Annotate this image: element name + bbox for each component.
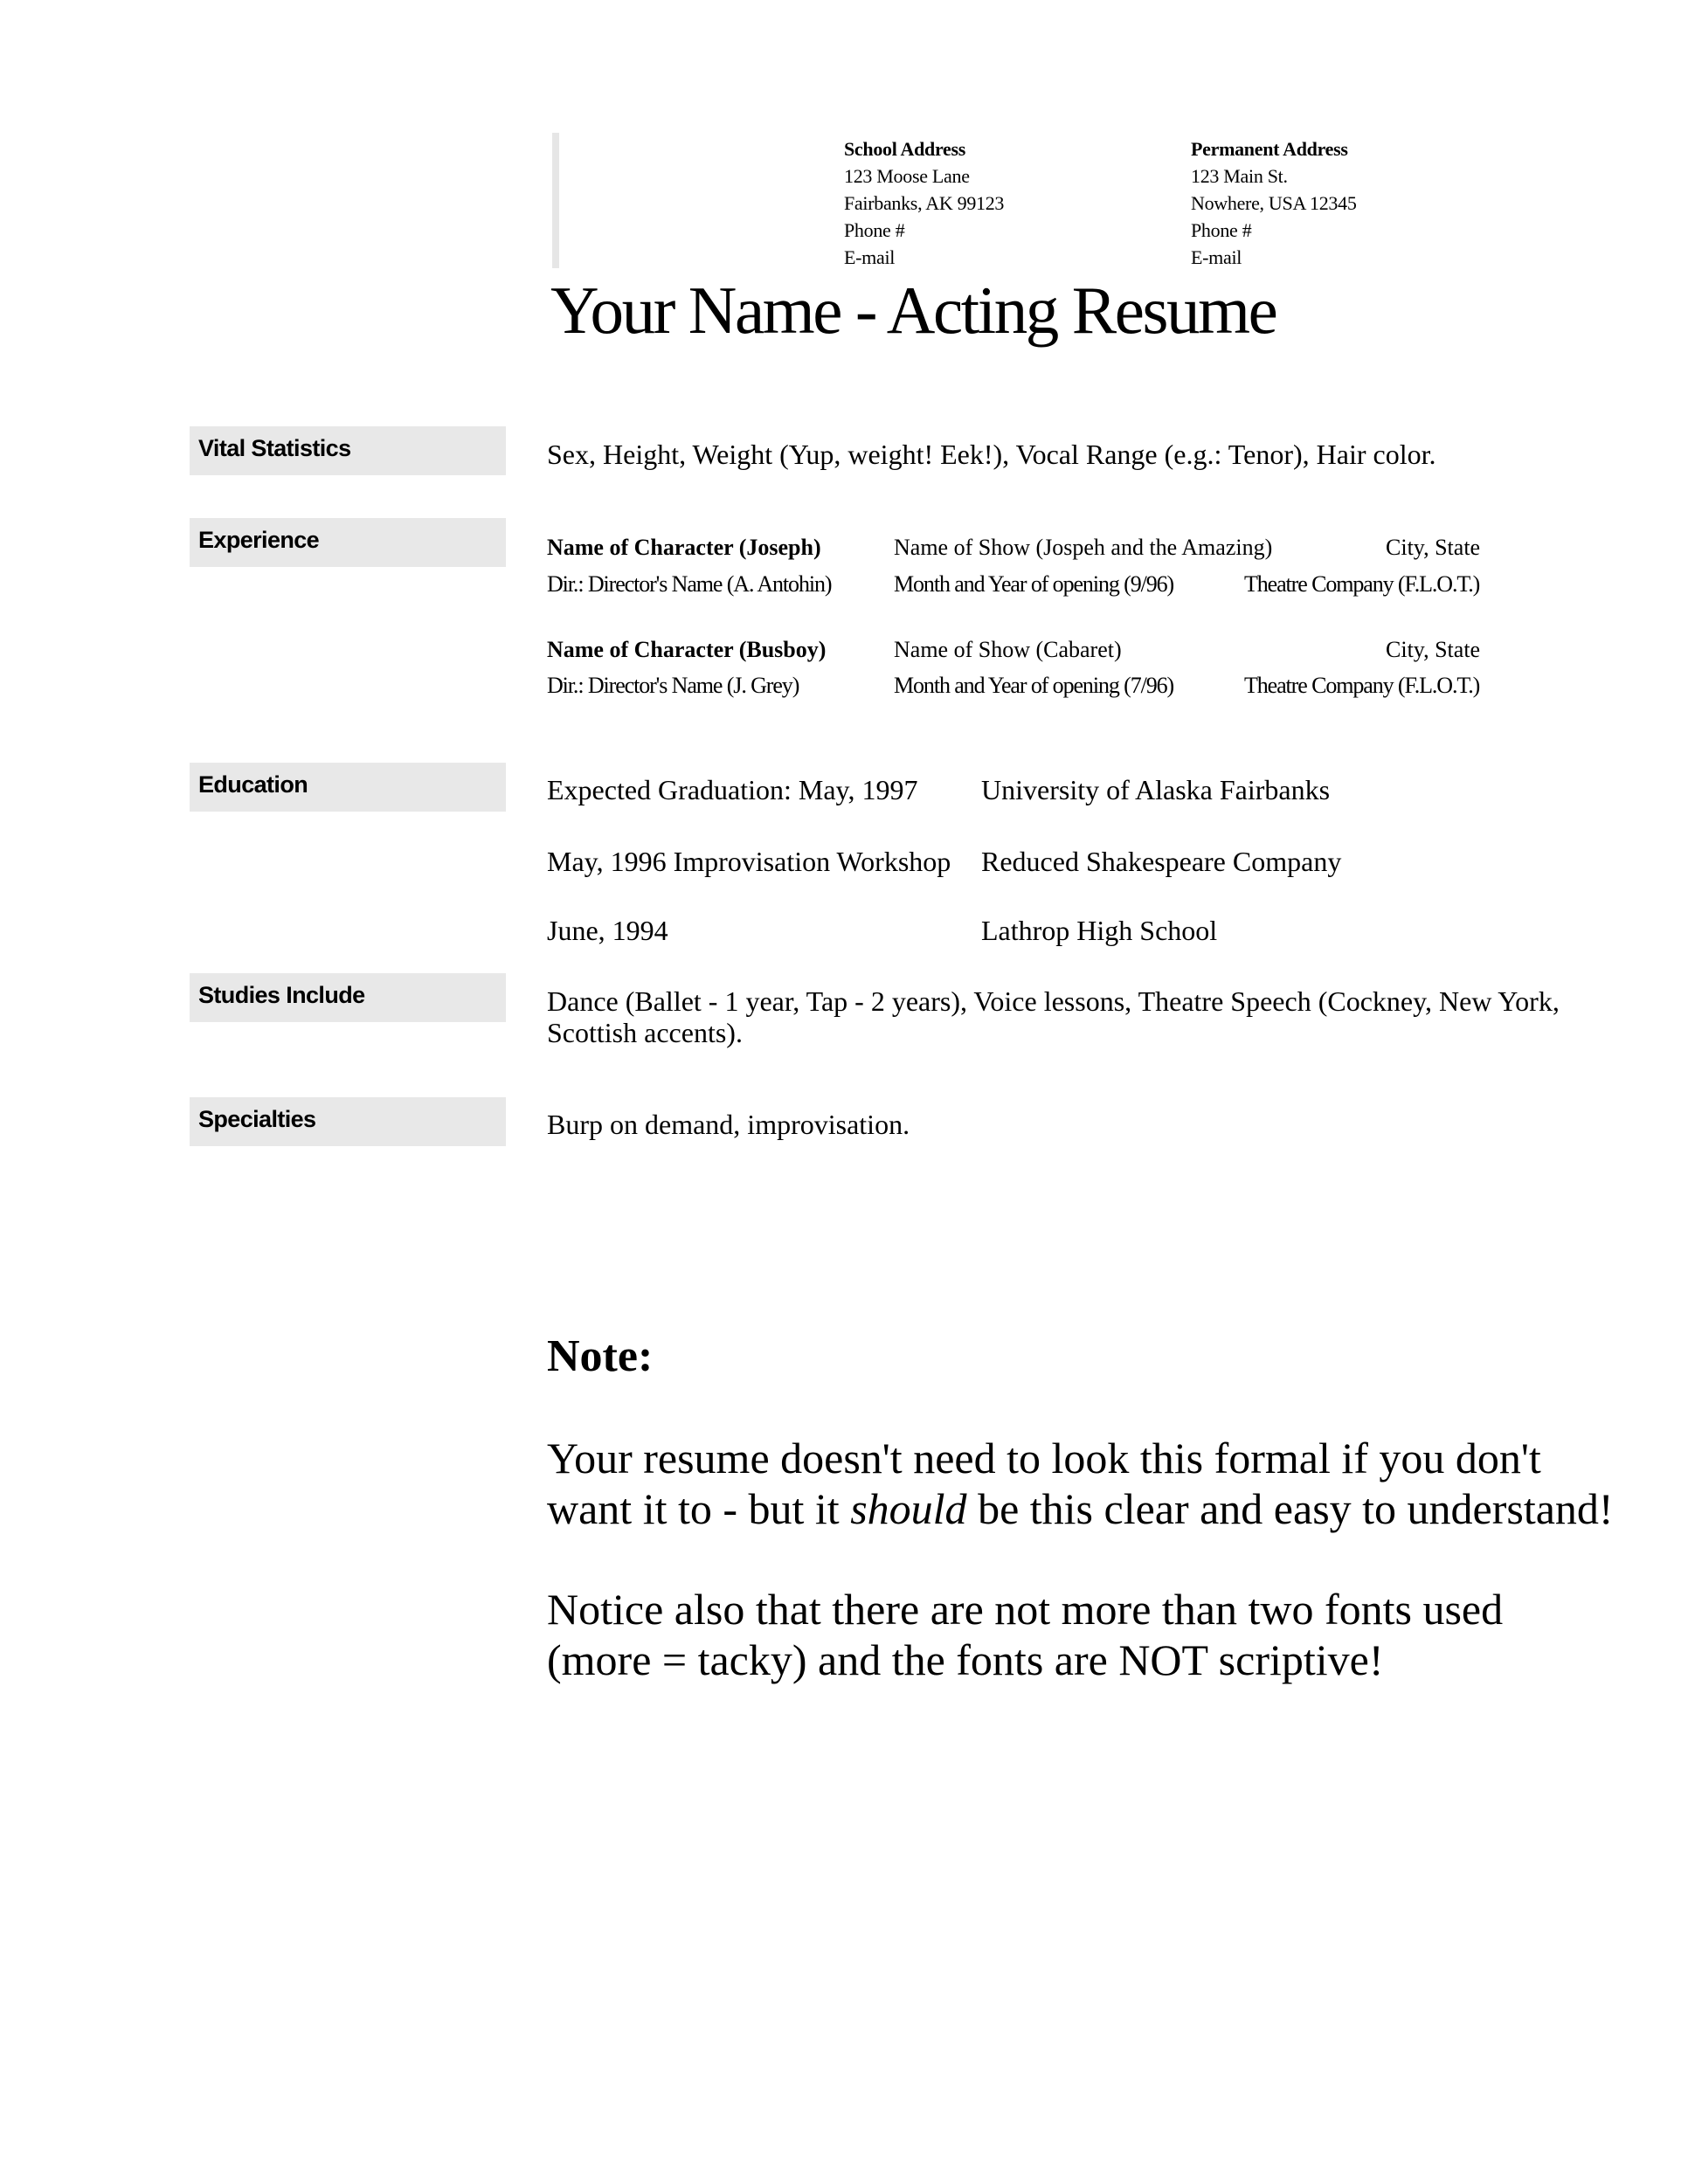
education-when: June, 1994 [547, 915, 668, 946]
experience-opening: Month and Year of opening (7/96) [894, 673, 1174, 698]
experience-opening: Month and Year of opening (9/96) [894, 571, 1174, 597]
header-accent-bar [552, 133, 559, 268]
section-label-vital-statistics: Vital Statistics [190, 426, 506, 475]
studies-text-line: Dance (Ballet - 1 year, Tap - 2 years), … [547, 985, 1560, 1017]
note-paragraph-line: Your resume doesn't need to look this fo… [547, 1434, 1541, 1482]
section-label-education: Education [190, 763, 506, 812]
permanent-address-street: 123 Main St. [1191, 165, 1288, 187]
experience-director: Dir.: Director's Name (J. Grey) [547, 673, 799, 698]
permanent-address-phone: Phone # [1191, 219, 1252, 241]
experience-show: Name of Show (Jospeh and the Amazing) [894, 535, 1273, 560]
note-text: be this clear and easy to understand! [966, 1484, 1614, 1533]
note-paragraph-line: Notice also that there are not more than… [547, 1585, 1504, 1634]
section-label-text: Education [198, 771, 308, 798]
note-paragraph-line: (more = tacky) and the fonts are NOT scr… [547, 1635, 1384, 1684]
education-when: May, 1996 Improvisation Workshop [547, 846, 951, 877]
school-address-phone: Phone # [844, 219, 905, 241]
experience-director: Dir.: Director's Name (A. Antohin) [547, 571, 833, 597]
note-emphasis: should [850, 1484, 967, 1533]
section-label-specialties: Specialties [190, 1097, 506, 1146]
studies-text-line: Scottish accents). [547, 1017, 743, 1048]
note-paragraph-line: want it to - but it should be this clear… [547, 1483, 1614, 1534]
education-where: University of Alaska Fairbanks [981, 774, 1331, 805]
experience-character: Name of Character (Joseph) [547, 535, 821, 560]
education-where: Lathrop High School [981, 915, 1218, 946]
vital-statistics-text: Sex, Height, Weight (Yup, weight! Eek!),… [547, 439, 1436, 470]
experience-character: Name of Character (Busboy) [547, 637, 827, 662]
note-text: want it to - but it [547, 1484, 851, 1533]
resume-title: Your Name - Acting Resume [550, 273, 1278, 348]
specialties-text: Burp on demand, improvisation. [547, 1109, 910, 1140]
school-address-street: 123 Moose Lane [844, 165, 970, 187]
experience-company: Theatre Company (F.L.O.T.) [1244, 571, 1480, 597]
school-address-email: E-mail [844, 246, 896, 268]
experience-location: City, State [1386, 637, 1481, 662]
experience-company: Theatre Company (F.L.O.T.) [1244, 673, 1480, 698]
section-label-text: Vital Statistics [198, 435, 351, 461]
education-when: Expected Graduation: May, 1997 [547, 774, 918, 805]
experience-show: Name of Show (Cabaret) [894, 637, 1122, 662]
section-label-text: Experience [198, 527, 320, 553]
education-where: Reduced Shakespeare Company [981, 846, 1342, 877]
school-address-city: Fairbanks, AK 99123 [844, 192, 1005, 214]
section-label-text: Studies Include [198, 982, 365, 1008]
permanent-address-city: Nowhere, USA 12345 [1191, 192, 1357, 214]
permanent-address-heading: Permanent Address [1191, 138, 1348, 160]
section-label-text: Specialties [198, 1106, 316, 1132]
permanent-address-email: E-mail [1191, 246, 1242, 268]
note-heading: Note: [547, 1331, 654, 1381]
section-label-experience: Experience [190, 518, 506, 567]
experience-location: City, State [1386, 535, 1481, 560]
school-address-heading: School Address [844, 138, 966, 160]
section-label-studies-include: Studies Include [190, 973, 506, 1022]
